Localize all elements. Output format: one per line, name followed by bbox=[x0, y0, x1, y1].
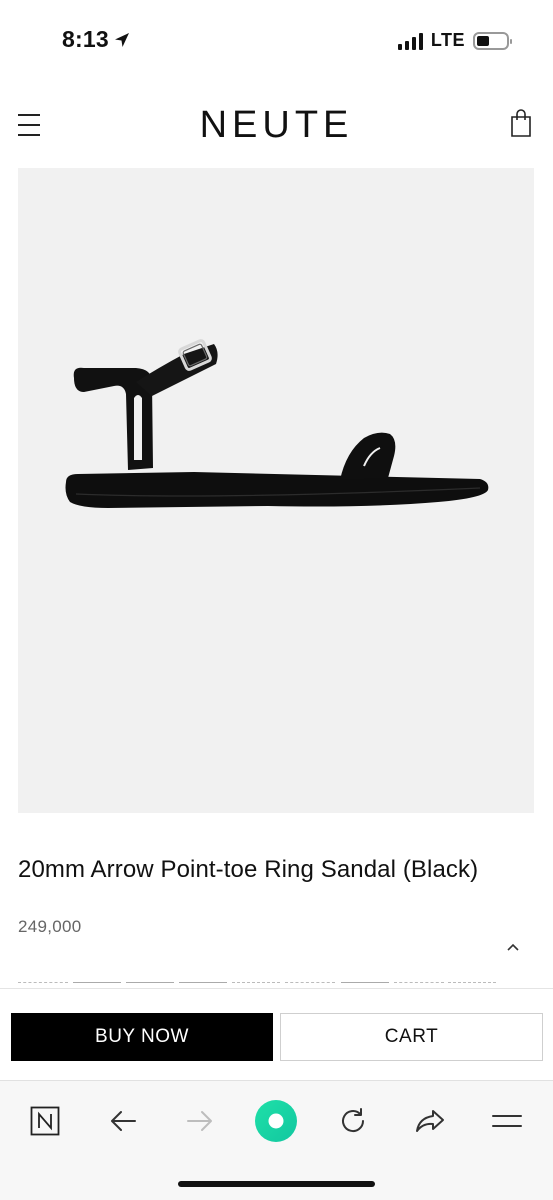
shopping-bag-icon[interactable] bbox=[509, 108, 533, 138]
browser-toolbar bbox=[0, 1080, 553, 1200]
site-header: NEUTE bbox=[0, 98, 553, 154]
assistant-ring-icon[interactable] bbox=[254, 1099, 298, 1143]
buy-now-button[interactable]: BUY NOW bbox=[11, 1013, 273, 1061]
chevron-up-icon[interactable] bbox=[504, 940, 522, 954]
status-bar: 8:13 LTE bbox=[0, 0, 553, 84]
brand-logo[interactable]: NEUTE bbox=[0, 104, 553, 147]
reload-icon[interactable] bbox=[331, 1099, 375, 1143]
home-indicator[interactable] bbox=[178, 1181, 375, 1187]
network-type: LTE bbox=[430, 30, 465, 50]
product-image[interactable] bbox=[18, 168, 534, 813]
add-to-cart-button[interactable]: CART bbox=[280, 1013, 543, 1061]
clock: 8:13 bbox=[62, 26, 109, 52]
share-icon[interactable] bbox=[408, 1099, 452, 1143]
purchase-action-bar: BUY NOW CART bbox=[0, 988, 553, 1078]
cellular-signal-icon bbox=[397, 32, 423, 50]
battery-icon bbox=[473, 31, 512, 50]
forward-arrow-icon[interactable] bbox=[178, 1099, 222, 1143]
location-arrow-icon bbox=[114, 32, 129, 47]
product-price: 249,000 bbox=[18, 917, 82, 936]
n-app-icon[interactable] bbox=[23, 1099, 67, 1143]
back-arrow-icon[interactable] bbox=[101, 1099, 145, 1143]
black-sandal-image bbox=[65, 339, 489, 508]
menu-icon[interactable] bbox=[485, 1099, 529, 1143]
product-title: 20mm Arrow Point-toe Ring Sandal (Black) bbox=[18, 856, 479, 883]
status-time: 8:13 bbox=[62, 26, 131, 53]
status-indicators: LTE bbox=[397, 30, 512, 51]
